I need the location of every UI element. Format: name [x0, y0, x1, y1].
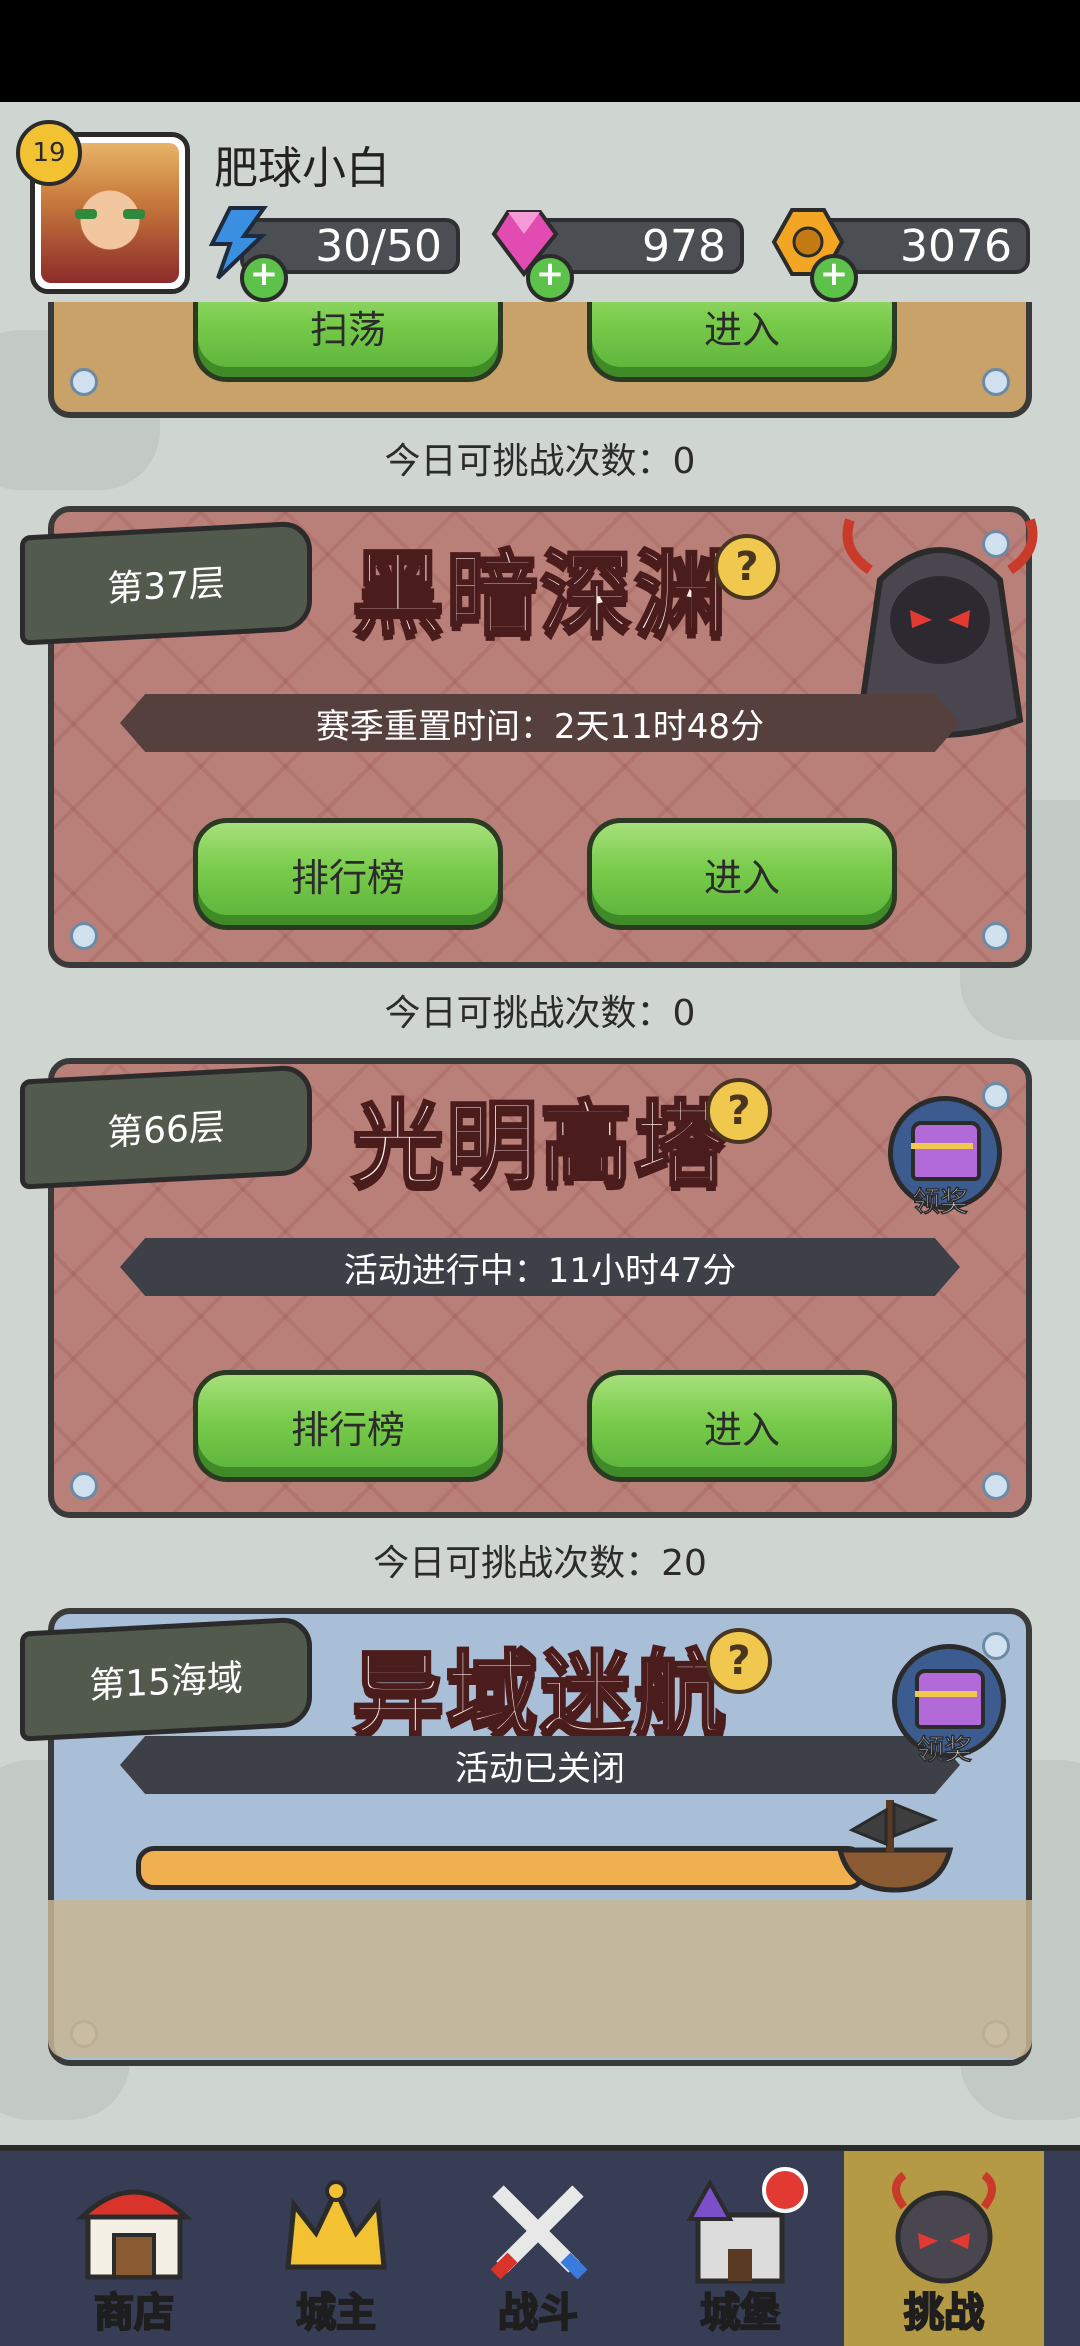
energy-resource: 30/50 + — [200, 206, 460, 302]
sea-map-terrain — [48, 1900, 1032, 2058]
player-header: 19 肥球小白 30/50 + 978 + 3076 + — [0, 102, 1080, 302]
top-attempts-text: 今日可挑战次数：0 — [384, 441, 696, 482]
rivet — [70, 368, 98, 396]
castle-notification-dot — [762, 2167, 808, 2213]
level-badge: 19 — [16, 120, 82, 186]
nav-shop-label: 商店 — [93, 2289, 175, 2337]
pirate-ship-icon — [836, 1800, 954, 1893]
add-energy-button[interactable]: + — [240, 254, 288, 302]
bottom-nav: 商店 城主 战斗 城堡 挑战 — [0, 2145, 1080, 2346]
nav-battle[interactable]: 战斗 — [438, 2151, 638, 2346]
rivet — [982, 1472, 1010, 1500]
rivet — [982, 922, 1010, 950]
crown-icon — [285, 2180, 387, 2270]
tower-help-icon[interactable]: ? — [706, 1078, 772, 1144]
abyss-attempts-text: 今日可挑战次数：0 — [384, 993, 696, 1034]
gold-resource: 3076 + — [770, 208, 1030, 302]
voyage-progress-bar — [136, 1846, 866, 1890]
tower-enter-button[interactable]: 进入 — [587, 1370, 897, 1482]
add-gem-button[interactable]: + — [526, 254, 574, 302]
nav-battle-label: 战斗 — [497, 2289, 579, 2337]
tower-reward-label: 领奖 — [911, 1184, 969, 1219]
abyss-status-banner: 赛季重置时间：2天11时48分 — [120, 694, 960, 752]
treasure-chest-icon — [915, 1669, 985, 1729]
rivet — [982, 368, 1010, 396]
abyss-help-icon[interactable]: ? — [714, 534, 780, 600]
nav-lord-label: 城主 — [295, 2289, 377, 2337]
nav-shop[interactable]: 商店 — [34, 2151, 234, 2346]
treasure-chest-icon — [911, 1121, 981, 1181]
gem-resource: 978 + — [486, 210, 744, 302]
nav-lord[interactable]: 城主 — [236, 2151, 436, 2346]
nav-challenge[interactable]: 挑战 — [844, 2151, 1044, 2346]
shop-icon — [75, 2189, 193, 2280]
tower-status-banner: 活动进行中：11小时47分 — [120, 1238, 960, 1296]
rivet — [70, 922, 98, 950]
nav-challenge-label: 挑战 — [903, 2289, 985, 2337]
abyss-title: 黑暗深渊 — [350, 540, 728, 650]
tower-leaderboard-button[interactable]: 排行榜 — [193, 1370, 503, 1482]
add-gold-button[interactable]: + — [810, 254, 858, 302]
voyage-help-icon[interactable]: ? — [706, 1628, 772, 1694]
abyss-leaderboard-button[interactable]: 排行榜 — [193, 818, 503, 930]
crossed-swords-icon — [490, 2185, 588, 2280]
avatar-eyes — [75, 209, 145, 221]
voyage-reward-label: 领奖 — [915, 1732, 973, 1767]
voyage-status-banner: 活动已关闭 — [120, 1736, 960, 1794]
rivet — [70, 1472, 98, 1500]
username: 肥球小白 — [214, 143, 390, 194]
abyss-enter-button[interactable]: 进入 — [587, 818, 897, 930]
nav-castle-label: 城堡 — [699, 2289, 781, 2337]
status-bar — [0, 0, 1080, 102]
nav-castle[interactable]: 城堡 — [640, 2151, 840, 2346]
tower-attempts-text: 今日可挑战次数：20 — [373, 1543, 707, 1584]
demon-helmet-icon — [892, 2171, 996, 2284]
